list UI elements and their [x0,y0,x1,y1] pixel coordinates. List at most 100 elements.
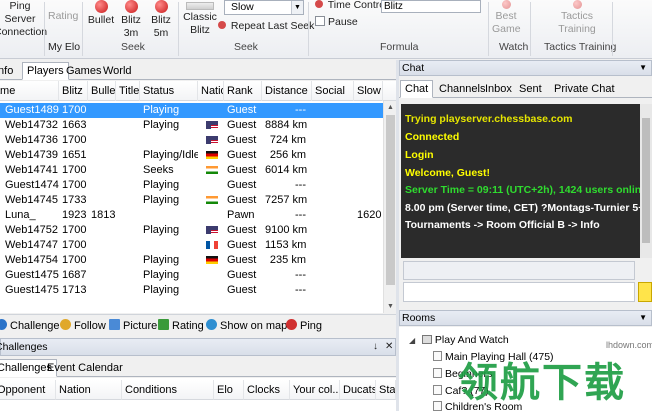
cell-slow [354,253,383,268]
cell-rank: Guest [227,134,257,146]
cell-slow [354,268,383,283]
col-your-color[interactable]: Your col... [290,380,340,400]
show-on-map-button[interactable]: Show on map [206,319,287,332]
cell-title [116,103,140,118]
time-control-field[interactable]: Blitz [381,0,481,13]
tab-chat[interactable]: Chat [400,80,434,98]
repeat-last-seek-label: Repeat Last Seek [230,20,315,32]
table-row[interactable]: Web14741 1700 Seeks Guest 6014 km [0,163,383,178]
col-slow[interactable]: Slow [354,81,383,101]
table-row[interactable]: Web14747 1700 Guest 1153 km [0,238,383,253]
tab-info[interactable]: Info [0,62,18,80]
table-row[interactable]: Web14752 1700 Playing Guest 9100 km [0,223,383,238]
tactics-training-button[interactable]: Tactics Training [555,0,599,36]
room-icon [433,368,442,378]
follow-button[interactable]: Follow [60,319,106,332]
players-scrollbar[interactable]: ▲ ▼ [383,101,396,313]
table-row[interactable]: Guest14757 1713 Playing Guest --- [0,283,383,298]
send-button[interactable] [638,282,652,302]
tab-sent[interactable]: Sent [514,80,547,98]
expand-triangle-icon[interactable]: ◢ [409,334,419,348]
col-rank[interactable]: Rank [224,81,262,101]
slow-select[interactable]: Slow ▼ [224,0,304,15]
scrollbar-thumb[interactable] [642,118,650,243]
my-elo-button[interactable]: My Elo [48,41,80,54]
pin-panel-icon[interactable]: ↓ [373,339,378,355]
col-elo[interactable]: Elo [214,380,244,400]
cell-name: Web14736 [5,134,59,146]
table-row[interactable]: Web14736 1700 Guest 724 km [0,133,383,148]
col-conditions[interactable]: Conditions [122,380,214,400]
chat-channel-select[interactable] [403,261,635,280]
scrollbar-thumb[interactable] [386,115,395,285]
ping-button[interactable]: Ping [286,319,322,332]
col-social[interactable]: Social [312,81,354,101]
classic-blitz-button[interactable]: Classic Blitz [182,2,218,37]
ping-server-button[interactable]: Ping Server Connection [0,0,47,39]
table-row[interactable]: Guest14896 1700 Playing Guest --- [0,103,383,118]
chevron-down-icon[interactable]: ▼ [291,1,303,14]
tab-event-calendar[interactable]: Event Calendar [42,359,128,377]
checkbox-icon[interactable] [315,16,325,26]
col-name[interactable]: Name [0,81,59,101]
bullet-button[interactable]: Bullet [86,0,116,27]
tab-inbox[interactable]: Inbox [480,80,517,98]
table-row[interactable]: Luna_ 1923 1813 Pawn --- 1620 [0,208,383,223]
my-elo-label: My Elo [48,41,81,53]
cell-blitz: 1733 [62,194,87,206]
cell-blitz: 1663 [62,119,87,131]
col-status[interactable]: Status [140,81,198,101]
room-icon [433,385,442,395]
blitz-5m-label-2: 5m [153,27,169,39]
col-blitz[interactable]: Blitz [59,81,88,101]
col-ducats[interactable]: Ducats [340,380,376,400]
challenge-button[interactable]: Challenge [0,319,60,332]
chevron-down-icon[interactable]: ▼ [639,61,647,75]
table-row[interactable]: Web14739 1651 Playing/Idle Guest 256 km [0,148,383,163]
chat-message-input[interactable] [403,282,635,302]
table-row[interactable]: Web14732 1663 Playing Guest 8884 km [0,118,383,133]
rating-button[interactable]: Rating [48,10,78,23]
chat-line: Trying playserver.chessbase.com [405,113,573,125]
col-opponent[interactable]: Opponent [0,380,56,400]
cell-bullet [88,103,116,118]
cell-name: Web14752 [5,224,59,236]
col-distance[interactable]: Distance [262,81,312,101]
cell-status: Playing [143,284,180,296]
picture-button[interactable]: Picture [109,319,157,332]
repeat-last-seek-button[interactable]: Repeat Last Seek [218,20,314,33]
blitz-5m-button[interactable]: Blitz 5m [148,0,174,40]
chat-scrollbar[interactable] [640,104,652,258]
challenges-table: Opponent Nation Conditions Elo Clocks Yo… [0,378,396,411]
table-row[interactable]: Web14745 1733 Playing Guest 7257 km [0,193,383,208]
tab-world[interactable]: World [98,62,137,80]
cell-bullet [88,238,116,253]
table-row[interactable]: Web14754 1700 Playing Guest 235 km [0,253,383,268]
col-clocks[interactable]: Clocks [244,380,290,400]
col-title[interactable]: Title [116,81,140,101]
tab-private-chat[interactable]: Private Chat [549,80,620,98]
col-nation[interactable]: Nation [56,380,122,400]
blitz-3m-button[interactable]: Blitz 3m [118,0,144,40]
table-row[interactable]: Guest14742 1700 Playing Guest --- [0,178,383,193]
challenges-tabbar: Challenges Event Calendar [0,357,396,377]
scroll-down-icon[interactable]: ▼ [384,300,396,313]
table-row[interactable]: Guest14756 1687 Playing Guest --- [0,268,383,283]
flag-icon [206,241,218,249]
col-nation[interactable]: Nation [198,81,224,101]
cell-blitz: 1687 [62,269,87,281]
scroll-up-icon[interactable]: ▲ [384,101,396,114]
close-icon[interactable]: ✕ [385,339,393,355]
chat-panel-title: Chat ▼ [399,60,652,76]
globe-icon [206,319,217,330]
pause-checkbox[interactable]: Pause [315,16,358,29]
cell-rank: Guest [227,269,257,281]
rating-action-button[interactable]: Rating [158,319,204,332]
seek-group-label: Seek [121,41,145,53]
best-game-button[interactable]: Best Game [492,0,521,36]
cell-distance: 724 km [269,134,306,146]
chevron-down-icon[interactable]: ▼ [639,311,647,325]
col-bullet[interactable]: Bullet [88,81,116,101]
col-status[interactable]: Sta [376,380,396,400]
players-table-header: Name Blitz Bullet Title Status Nation Ra… [0,81,396,101]
